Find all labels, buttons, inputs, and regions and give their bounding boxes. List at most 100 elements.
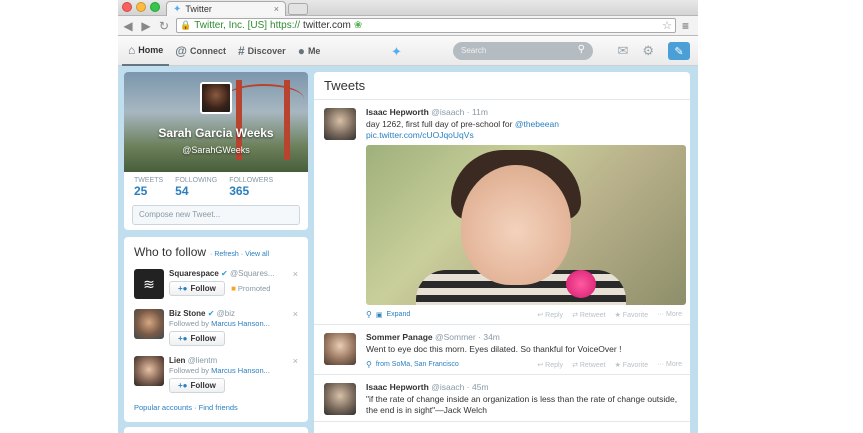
popular-accounts-link[interactable]: Popular accounts	[134, 403, 192, 412]
tweet[interactable]: Sommer Panage @Sommer · 34m Went to eye …	[314, 325, 690, 375]
suggestion-name[interactable]: Biz Stone	[169, 309, 205, 318]
close-tab-icon[interactable]: ×	[274, 4, 279, 14]
tweet-timestamp[interactable]: 45m	[472, 382, 489, 392]
twitter-bird-logo-icon[interactable]: ✦	[391, 44, 402, 60]
tweet-avatar[interactable]	[324, 383, 356, 415]
tweet[interactable]: Isaac Hepworth @isaach · 45m "if the rat…	[314, 375, 690, 422]
tweet-mention[interactable]: @thebeean	[515, 119, 559, 129]
stat-followers[interactable]: FOLLOWERS 365	[229, 177, 273, 198]
window-controls	[122, 2, 160, 12]
nav-me[interactable]: ● Me	[292, 36, 327, 66]
favorite-label: Favorite	[622, 311, 649, 319]
favorite-action[interactable]: ★ Favorite	[615, 361, 649, 369]
zoom-window-button[interactable]	[150, 2, 160, 12]
browser-tab[interactable]: ✦ Twitter ×	[166, 1, 286, 16]
tweet-author-name[interactable]: Isaac Hepworth	[366, 382, 429, 392]
nav-connect-label: Connect	[189, 45, 226, 56]
stat-tweets[interactable]: TWEETS 25	[134, 177, 163, 198]
squarespace-logo-avatar[interactable]: ≋	[134, 269, 164, 299]
ev-certificate-label: Twitter, Inc. [US]	[194, 20, 268, 31]
suggestion-body: Lien @lientm Followed by Marcus Hanson..…	[169, 356, 298, 393]
retweet-action[interactable]: ⇄ Retweet	[572, 361, 606, 369]
who-to-follow-card: Who to follow · Refresh · View all ≋ Squ…	[124, 237, 308, 422]
forward-arrow-icon[interactable]: ▶	[140, 19, 152, 33]
tweet-photo[interactable]	[366, 145, 686, 305]
back-arrow-icon[interactable]: ◀	[122, 19, 134, 33]
view-all-link[interactable]: View all	[245, 251, 269, 258]
followed-by-link[interactable]: Marcus Hanson...	[211, 319, 270, 328]
tweet-header: Sommer Panage @Sommer · 34m	[366, 332, 682, 342]
extension-leaf-icon[interactable]: ❀	[354, 20, 362, 31]
dismiss-suggestion-icon[interactable]: ×	[293, 356, 298, 366]
suggestion-name[interactable]: Squarespace	[169, 269, 219, 278]
dismiss-suggestion-icon[interactable]: ×	[293, 309, 298, 319]
dismiss-suggestion-icon[interactable]: ×	[293, 269, 298, 279]
promoted-badge: ■ Promoted	[231, 284, 270, 293]
tweet-location-link[interactable]: from SoMa, San Francisco	[376, 361, 459, 368]
hashtag-icon: #	[237, 43, 245, 58]
find-friends-link[interactable]: Find friends	[199, 403, 238, 412]
nav-home[interactable]: ⌂ Home	[122, 36, 170, 66]
follow-button[interactable]: +● Follow	[169, 378, 225, 393]
more-action[interactable]: ··· More	[657, 311, 682, 319]
settings-gear-icon[interactable]: ⚙	[642, 43, 654, 59]
follow-button[interactable]: +● Follow	[169, 281, 225, 296]
search-input[interactable]: Search ⚲	[453, 42, 593, 60]
tweet-timestamp[interactable]: 11m	[472, 107, 488, 117]
compose-tweet-button[interactable]: ✎	[668, 42, 690, 60]
lock-icon: 🔒	[180, 20, 192, 30]
retweet-action[interactable]: ⇄ Retweet	[572, 311, 606, 319]
close-window-button[interactable]	[122, 2, 132, 12]
tweet-timestamp[interactable]: 34m	[483, 332, 500, 342]
nav-discover[interactable]: # Discover	[232, 36, 292, 66]
search-icon[interactable]: ⚲	[578, 44, 585, 55]
tweet-author-handle[interactable]: @isaach	[431, 107, 464, 117]
reload-icon[interactable]: ↻	[158, 19, 170, 33]
location-pin-icon[interactable]: ⚲	[366, 310, 372, 319]
tweet-author-name[interactable]: Isaac Hepworth	[366, 107, 429, 117]
tweet-link[interactable]: pic.twitter.com/cUOJqoUqVs	[366, 130, 474, 140]
nav-connect[interactable]: @ Connect	[169, 36, 232, 66]
stat-following[interactable]: FOLLOWING 54	[175, 177, 217, 198]
minimize-window-button[interactable]	[136, 2, 146, 12]
browser-menu-icon[interactable]: ≡	[682, 19, 694, 33]
at-sign-icon: @	[175, 43, 187, 58]
suggestion-name[interactable]: Lien	[169, 356, 185, 365]
address-bar[interactable]: 🔒 Twitter, Inc. [US] https://twitter.com…	[176, 18, 676, 33]
follow-button[interactable]: +● Follow	[169, 331, 225, 346]
new-tab-button[interactable]	[288, 3, 308, 15]
photo-card-icon[interactable]: ▣	[376, 311, 383, 319]
profile-banner[interactable]: Sarah Garcia Weeks @SarahGWeeks	[124, 72, 308, 172]
reply-action[interactable]: ↩ Reply	[537, 361, 563, 369]
suggestion-title: Biz Stone ✔ @biz	[169, 309, 298, 318]
expand-link[interactable]: Expand	[386, 311, 410, 318]
browser-toolbar: ◀ ▶ ↻ 🔒 Twitter, Inc. [US] https://twitt…	[118, 16, 698, 36]
tweet-separator: ·	[466, 382, 470, 392]
person-icon: ●	[297, 43, 305, 58]
promoted-label: Promoted	[237, 284, 271, 293]
tweet-author-name[interactable]: Sommer Panage	[366, 332, 433, 342]
compose-tweet-input[interactable]: Compose new Tweet...	[132, 205, 300, 225]
followed-by-link[interactable]: Marcus Hanson...	[211, 366, 270, 375]
twitter-top-nav: ⌂ Home @ Connect # Discover ● Me ✦ Searc…	[118, 36, 698, 66]
more-action[interactable]: ··· More	[657, 361, 682, 369]
more-label: More	[666, 310, 682, 318]
tweet-avatar[interactable]	[324, 333, 356, 365]
profile-avatar[interactable]	[200, 82, 232, 114]
location-pin-icon[interactable]: ⚲	[366, 360, 372, 369]
who-to-follow-footer: Popular accounts · Find friends	[134, 403, 238, 412]
favorite-action[interactable]: ★ Favorite	[615, 311, 649, 319]
tweet-avatar[interactable]	[324, 108, 356, 140]
refresh-link[interactable]: Refresh	[214, 251, 239, 258]
suggestion-item: Biz Stone ✔ @biz Followed by Marcus Hans…	[134, 309, 298, 346]
tweet-author-handle[interactable]: @isaach	[431, 382, 464, 392]
lien-avatar[interactable]	[134, 356, 164, 386]
profile-name[interactable]: Sarah Garcia Weeks	[124, 126, 308, 140]
profile-handle[interactable]: @SarahGWeeks	[124, 145, 308, 155]
tweet[interactable]: Isaac Hepworth @isaach · 11m day 1262, f…	[314, 100, 690, 325]
tweet-author-handle[interactable]: @Sommer	[435, 332, 476, 342]
direct-messages-icon[interactable]: ✉	[617, 43, 628, 59]
reply-action[interactable]: ↩ Reply	[537, 311, 563, 319]
bookmark-star-icon[interactable]: ☆	[662, 19, 672, 32]
biz-stone-avatar[interactable]	[134, 309, 164, 339]
